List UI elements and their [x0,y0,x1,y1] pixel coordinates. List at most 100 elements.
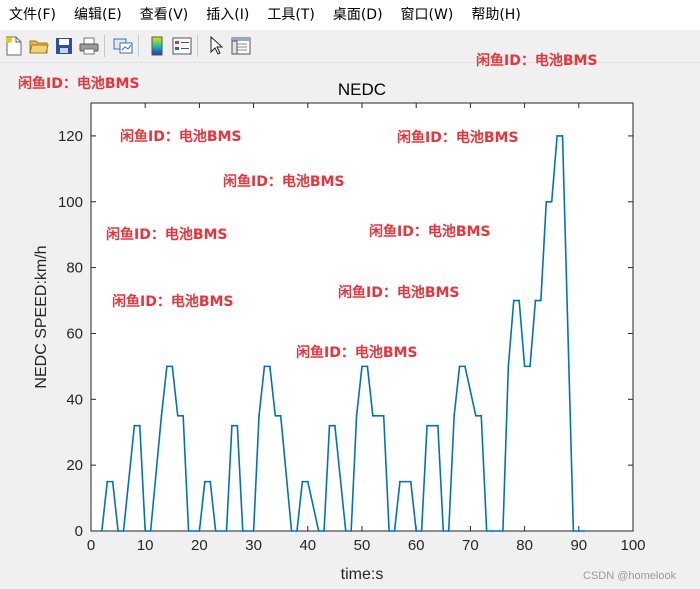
data-point [561,135,564,137]
link-plot-icon[interactable] [112,35,134,57]
legend-icon[interactable] [171,35,193,57]
data-point [458,365,461,368]
data-point [436,424,439,427]
data-point [296,530,298,532]
data-point [399,480,401,483]
data-point [409,480,412,483]
menu-window[interactable]: 窗口(W) [392,0,463,30]
data-point [485,530,488,532]
data-point [502,530,504,532]
data-point [480,414,483,417]
nedc-chart: 0 10 20 30 40 50 60 70 80 90 100 0 20 40 60 80 100 120 N… [33,80,646,583]
data-point [447,530,450,532]
data-point [426,424,428,427]
menu-view[interactable]: 查看(V) [131,0,198,30]
data-point [198,530,201,532]
open-folder-icon[interactable] [28,35,50,57]
y-tick-label: 120 [58,128,83,145]
x-tick-label: 10 [137,537,154,554]
y-axis-label: NEDC SPEED:km/h [33,245,50,388]
watermark: 闲鱼ID：电池BMS [296,345,418,361]
data-point [556,135,559,137]
y-tick-label: 100 [58,194,83,211]
plot-area [90,102,634,532]
x-tick-label: 40 [299,537,316,554]
data-point [106,480,109,483]
data-point [545,200,548,203]
data-point [160,414,163,417]
data-point [236,424,239,427]
save-icon[interactable] [53,35,75,57]
data-point [290,530,293,532]
menu-desktop[interactable]: 桌面(D) [324,0,392,30]
data-point [420,530,423,532]
toolbar-separator [197,35,198,57]
x-tick-label: 80 [516,537,533,554]
data-point [274,414,277,417]
toolbar-separator [104,35,105,57]
data-point [415,530,418,532]
data-point [171,365,174,368]
data-point [323,530,325,532]
x-tick-label: 90 [570,537,587,554]
data-point [328,424,331,427]
watermark: 闲鱼ID：电池BMS [112,294,234,310]
watermark: 闲鱼ID：电池BMS [18,76,140,92]
data-point [474,414,477,417]
y-tick-label: 80 [66,260,83,277]
source-credit: CSDN @homelook [583,570,677,582]
menu-bar: 文件(F) 编辑(E) 查看(V) 插入(I) 工具(T) 桌面(D) 窗口(W… [0,0,700,30]
data-point [122,530,125,532]
data-point [231,424,233,427]
data-point [301,480,304,483]
menu-insert[interactable]: 插入(I) [197,0,258,30]
print-icon[interactable] [78,35,100,57]
data-point [366,365,369,368]
watermark: 闲鱼ID：电池BMS [106,227,228,243]
data-point [241,530,244,532]
data-point [334,424,336,427]
watermark: 闲鱼ID：电池BMS [397,130,519,146]
data-point [317,530,320,532]
data-point [512,299,515,302]
watermark: 闲鱼ID：电池BMS [369,224,491,240]
property-editor-icon[interactable] [230,35,252,57]
data-point [442,530,445,532]
data-point [344,530,347,532]
menu-edit[interactable]: 编辑(E) [65,0,131,30]
y-tick-label: 0 [75,523,83,540]
data-point [518,299,521,302]
menu-help[interactable]: 帮助(H) [462,0,529,30]
data-point [252,530,255,532]
new-file-icon[interactable] [3,35,25,57]
data-point [523,365,526,368]
chart-title: NEDC [338,80,386,99]
watermark: 闲鱼ID：电池BMS [476,53,598,69]
menu-tools[interactable]: 工具(T) [258,0,323,30]
data-point [144,530,147,532]
data-point [507,365,510,368]
data-point [258,414,260,417]
data-point [572,530,575,532]
x-tick-label: 0 [87,537,95,554]
data-point [361,365,363,368]
x-tick-label: 70 [462,537,479,554]
data-point [117,530,119,532]
pointer-icon[interactable] [205,35,227,57]
data-point [279,414,282,417]
data-point [225,530,228,532]
menu-file[interactable]: 文件(F) [0,0,65,30]
x-tick-label: 30 [245,537,262,554]
data-point [182,414,185,417]
data-point [534,299,537,302]
data-point [268,365,271,368]
watermark: 闲鱼ID：电池BMS [120,129,242,145]
x-tick-label: 50 [354,537,371,554]
colorbar-icon[interactable] [146,35,168,57]
figure-area: 0 10 20 30 40 50 60 70 80 90 100 0 20 40 60 80 100 120 N… [0,53,700,589]
data-point [491,530,493,532]
y-tick-label: 20 [66,457,83,474]
watermark: 闲鱼ID：电池BMS [223,174,345,190]
data-point [176,414,179,417]
y-tick-label: 40 [66,391,83,408]
